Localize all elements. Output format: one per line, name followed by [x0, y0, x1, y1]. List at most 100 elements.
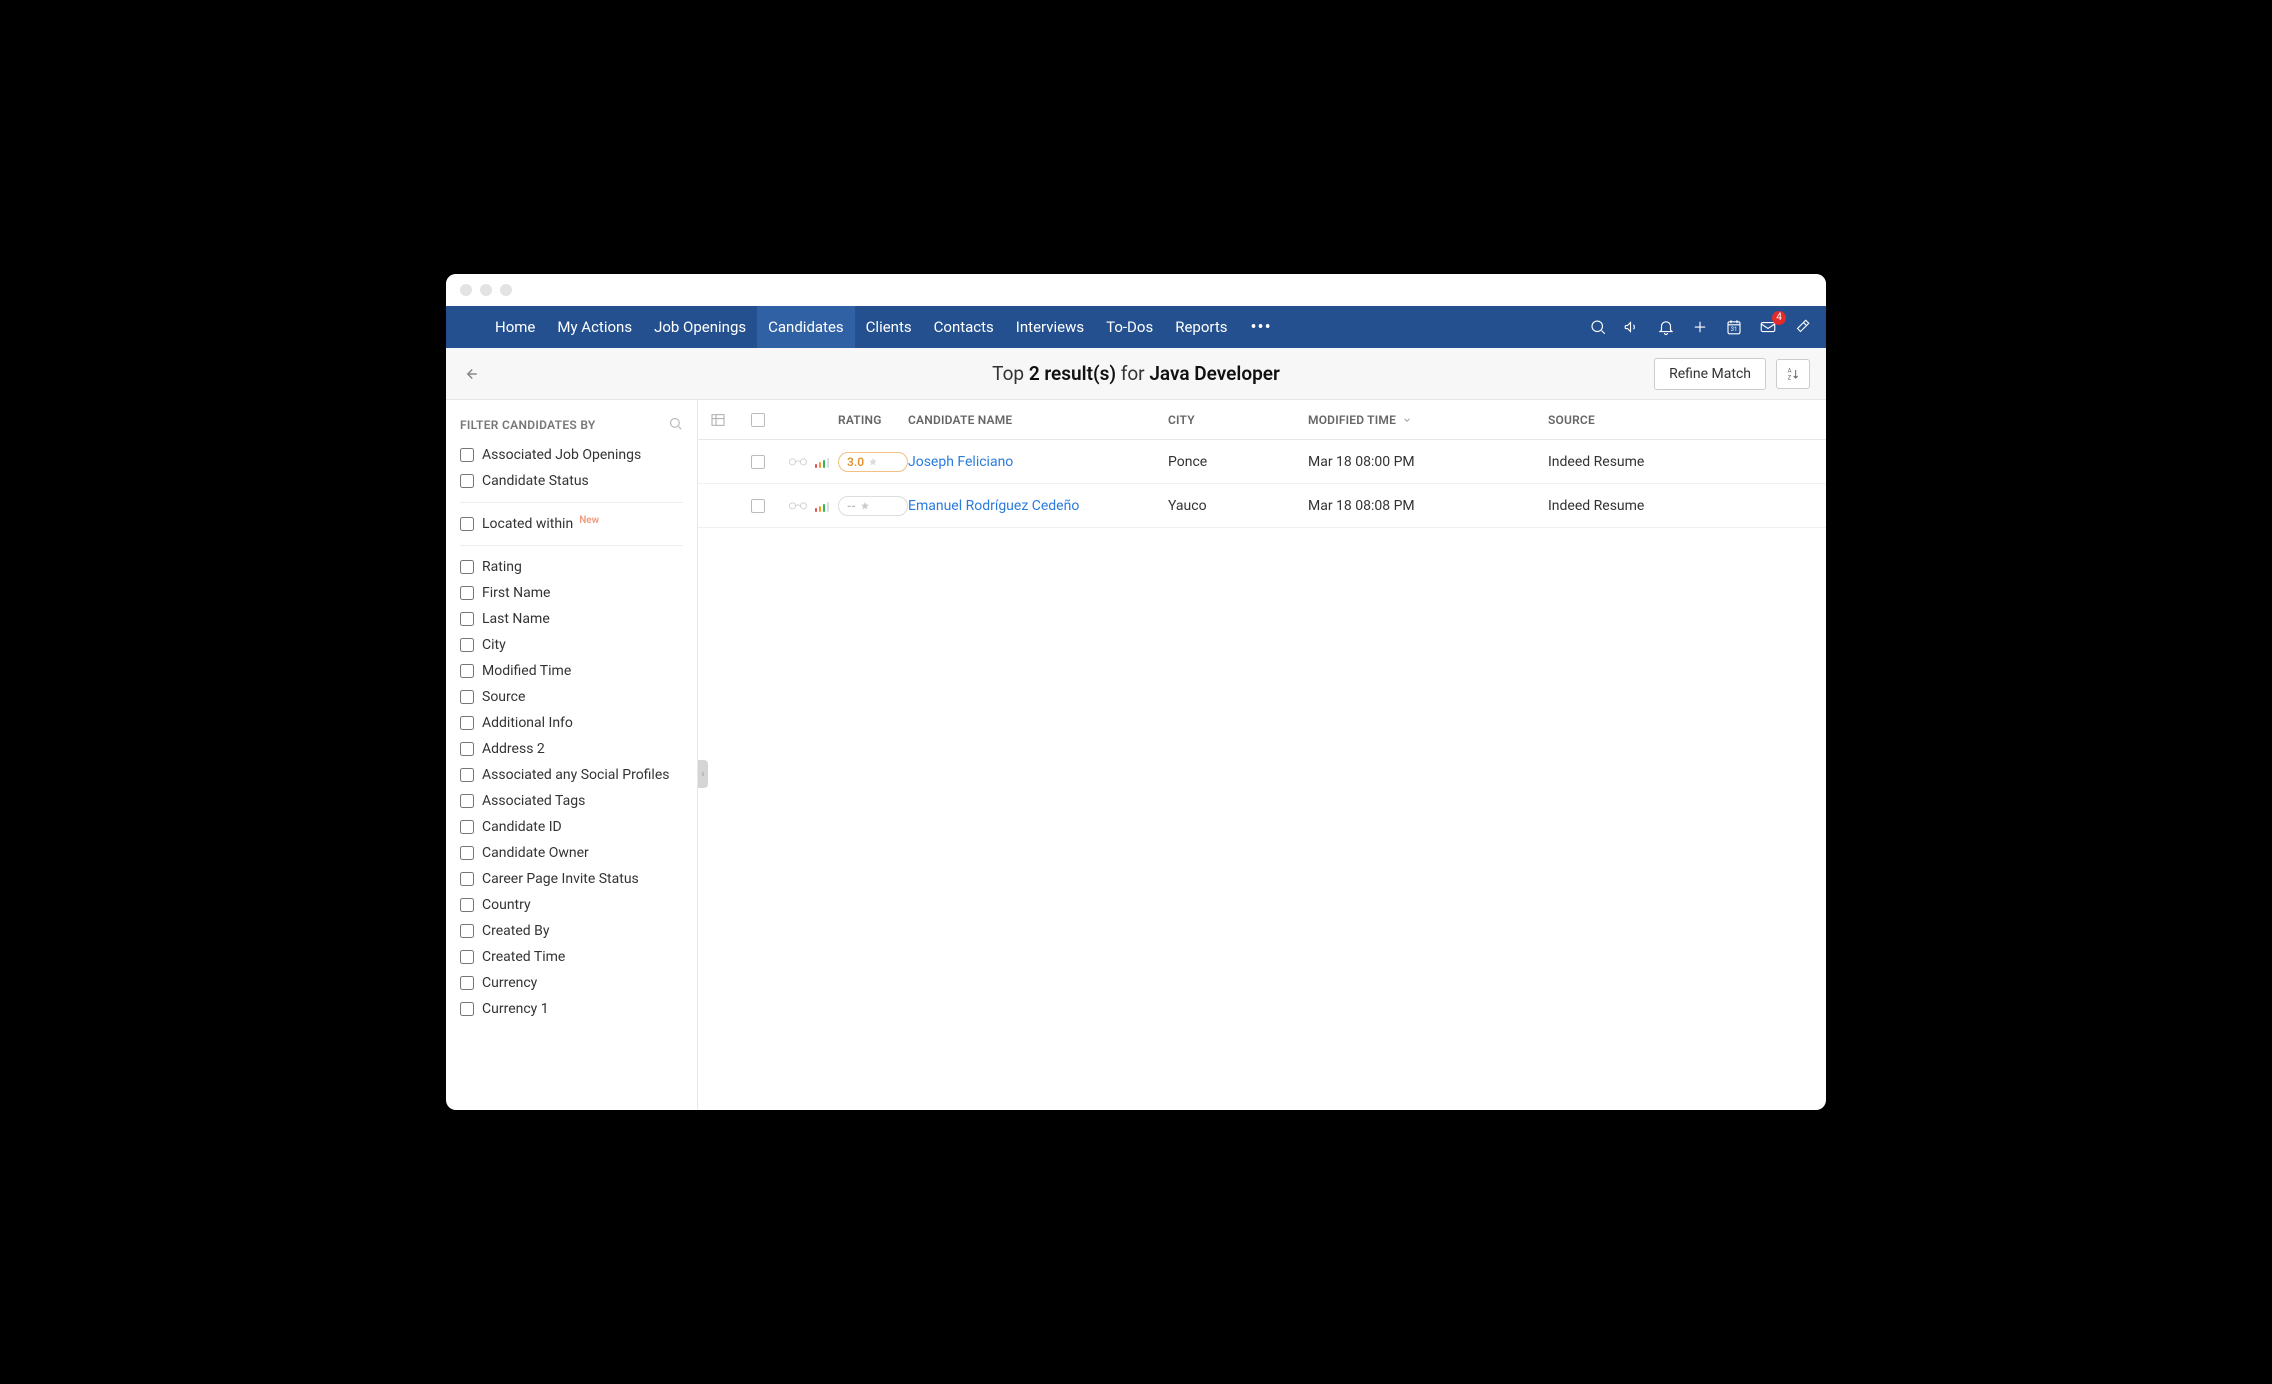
filter-city[interactable]: City [446, 632, 697, 658]
window-min-dot[interactable] [480, 284, 492, 296]
rating-pill[interactable]: -- [838, 496, 908, 516]
window-max-dot[interactable] [500, 284, 512, 296]
filter-checkbox[interactable] [460, 448, 474, 462]
tools-icon[interactable] [1792, 317, 1812, 337]
filter-sidebar: FILTER CANDIDATES BY Associated Job Open… [446, 400, 698, 1110]
filter-currency-1[interactable]: Currency 1 [446, 996, 697, 1022]
filter-label: Located within [482, 516, 573, 532]
col-rating[interactable]: RATING [838, 413, 908, 427]
filter-search-icon[interactable] [668, 416, 683, 434]
filter-checkbox[interactable] [460, 898, 474, 912]
filter-created-time[interactable]: Created Time [446, 944, 697, 970]
select-all-checkbox[interactable] [751, 413, 765, 427]
filter-associated-any-social-profiles[interactable]: Associated any Social Profiles [446, 762, 697, 788]
viewed-icon [787, 501, 809, 511]
row-checkbox[interactable] [751, 499, 765, 513]
nav-contacts[interactable]: Contacts [923, 306, 1005, 348]
filter-checkbox[interactable] [460, 474, 474, 488]
nav-job-openings[interactable]: Job Openings [643, 306, 757, 348]
candidate-link[interactable]: Emanuel Rodríguez Cedeño [908, 498, 1079, 514]
filter-label: Last Name [482, 611, 550, 627]
back-button[interactable] [446, 365, 494, 383]
filter-title: FILTER CANDIDATES BY [460, 418, 596, 432]
window-close-dot[interactable] [460, 284, 472, 296]
filter-checkbox[interactable] [460, 950, 474, 964]
filter-label: Career Page Invite Status [482, 871, 639, 887]
filter-checkbox[interactable] [460, 586, 474, 600]
filter-label: Candidate ID [482, 819, 562, 835]
filter-checkbox[interactable] [460, 872, 474, 886]
filter-checkbox[interactable] [460, 924, 474, 938]
chevron-down-icon [1402, 415, 1412, 425]
menu-toggle[interactable] [446, 318, 484, 336]
filter-last-name[interactable]: Last Name [446, 606, 697, 632]
nav-home[interactable]: Home [484, 306, 546, 348]
search-icon[interactable] [1588, 317, 1608, 337]
filter-checkbox[interactable] [460, 742, 474, 756]
filter-checkbox[interactable] [460, 820, 474, 834]
filter-address-2[interactable]: Address 2 [446, 736, 697, 762]
filter-checkbox[interactable] [460, 716, 474, 730]
col-source[interactable]: SOURCE [1548, 413, 1708, 427]
svg-text:A: A [1788, 367, 1792, 374]
nav-interviews[interactable]: Interviews [1005, 306, 1095, 348]
filter-rating[interactable]: Rating [446, 554, 697, 580]
rating-pill[interactable]: 3.0 [838, 452, 908, 472]
filter-candidate-owner[interactable]: Candidate Owner [446, 840, 697, 866]
filter-created-by[interactable]: Created By [446, 918, 697, 944]
results-count: 2 result(s) [1029, 362, 1116, 385]
filter-checkbox[interactable] [460, 612, 474, 626]
calendar-icon[interactable]: 31 [1724, 317, 1744, 337]
filter-label: Address 2 [482, 741, 545, 757]
col-modified[interactable]: MODIFIED TIME [1308, 413, 1548, 427]
sort-control[interactable]: AZ [1776, 359, 1810, 389]
filter-checkbox[interactable] [460, 560, 474, 574]
filter-associated-tags[interactable]: Associated Tags [446, 788, 697, 814]
nav-to-dos[interactable]: To-Dos [1095, 306, 1164, 348]
filter-located-within[interactable]: Located within New [446, 511, 697, 537]
filter-modified-time[interactable]: Modified Time [446, 658, 697, 684]
add-icon[interactable] [1690, 317, 1710, 337]
filter-checkbox[interactable] [460, 794, 474, 808]
nav-more[interactable]: ••• [1238, 317, 1283, 338]
filter-label: City [482, 637, 506, 653]
table-row[interactable]: --Emanuel Rodríguez CedeñoYaucoMar 18 08… [698, 484, 1826, 528]
nav-reports[interactable]: Reports [1164, 306, 1238, 348]
filter-label: Currency [482, 975, 537, 991]
filter-checkbox[interactable] [460, 517, 474, 531]
nav-my-actions[interactable]: My Actions [546, 306, 643, 348]
filter-checkbox[interactable] [460, 690, 474, 704]
filter-source[interactable]: Source [446, 684, 697, 710]
filter-label: Currency 1 [482, 1001, 549, 1017]
filter-checkbox[interactable] [460, 664, 474, 678]
bell-icon[interactable] [1656, 317, 1676, 337]
table-row[interactable]: 3.0Joseph FelicianoPonceMar 18 08:00 PMI… [698, 440, 1826, 484]
results-header: Top 2 result(s) for Java Developer Refin… [446, 348, 1826, 400]
column-config-icon[interactable] [698, 412, 738, 428]
filter-checkbox[interactable] [460, 846, 474, 860]
filter-associated-job-openings[interactable]: Associated Job Openings [446, 442, 697, 468]
nav-candidates[interactable]: Candidates [757, 306, 855, 348]
filter-checkbox[interactable] [460, 768, 474, 782]
filter-candidate-id[interactable]: Candidate ID [446, 814, 697, 840]
filter-first-name[interactable]: First Name [446, 580, 697, 606]
results-for: for [1116, 362, 1149, 385]
refine-match-button[interactable]: Refine Match [1654, 358, 1766, 390]
filter-label: Modified Time [482, 663, 571, 679]
filter-career-page-invite-status[interactable]: Career Page Invite Status [446, 866, 697, 892]
filter-currency[interactable]: Currency [446, 970, 697, 996]
nav-utility-icons: 31 4 [1588, 317, 1826, 337]
filter-country[interactable]: Country [446, 892, 697, 918]
filter-checkbox[interactable] [460, 638, 474, 652]
filter-checkbox[interactable] [460, 976, 474, 990]
row-checkbox[interactable] [751, 455, 765, 469]
filter-candidate-status[interactable]: Candidate Status [446, 468, 697, 494]
col-name[interactable]: CANDIDATE NAME [908, 413, 1168, 427]
announce-icon[interactable] [1622, 317, 1642, 337]
filter-additional-info[interactable]: Additional Info [446, 710, 697, 736]
candidate-link[interactable]: Joseph Feliciano [908, 454, 1013, 470]
nav-clients[interactable]: Clients [855, 306, 923, 348]
filter-checkbox[interactable] [460, 1002, 474, 1016]
col-city[interactable]: CITY [1168, 413, 1308, 427]
mail-icon[interactable]: 4 [1758, 317, 1778, 337]
